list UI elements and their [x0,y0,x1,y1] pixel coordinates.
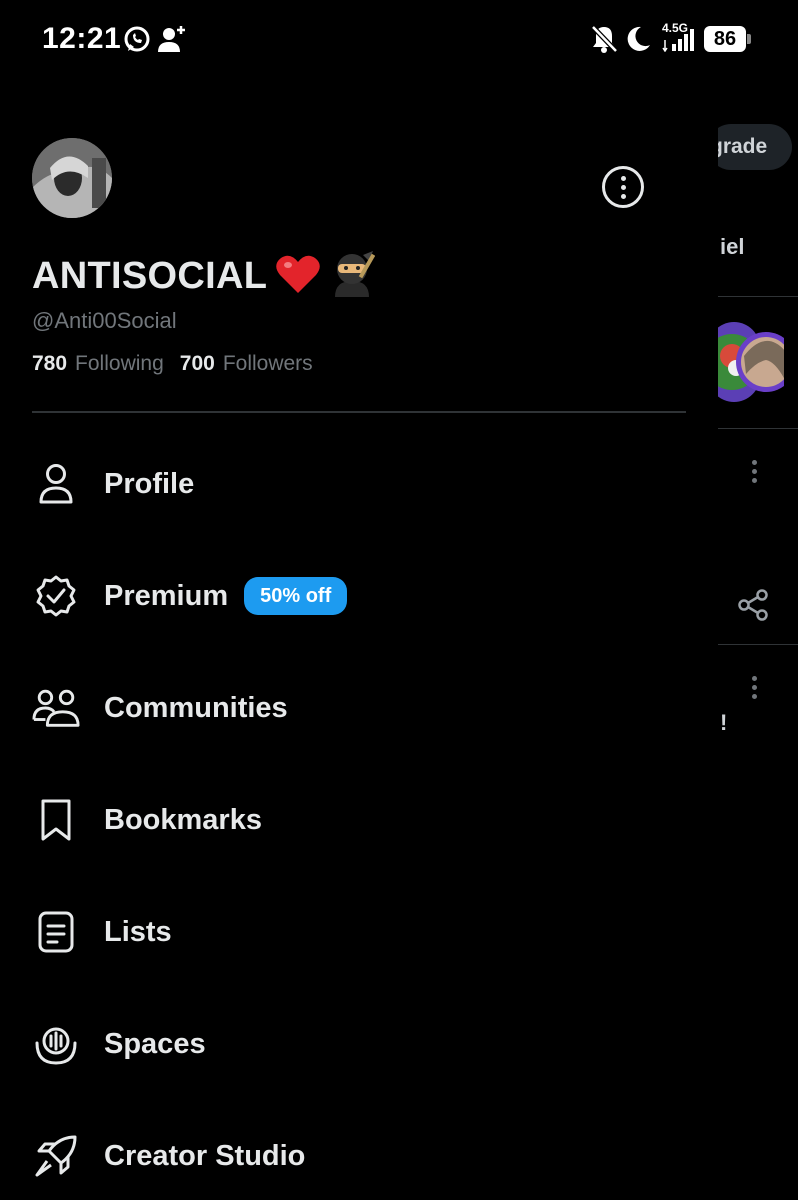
follow-stats: 780 Following 700 Followers [32,352,321,376]
feed-divider [718,644,798,645]
menu-label: Profile [104,467,195,500]
verified-badge-icon [32,572,80,620]
battery-tip [747,34,751,44]
display-name: ANTISOCIAL [32,254,268,297]
menu-label: Premium [104,579,229,612]
divider [32,411,686,413]
bookmark-icon [32,796,80,844]
more-accounts-button[interactable] [602,166,644,208]
app-screen: 12:21 4.5G 86 grade iel [0,0,798,1200]
menu-item-lists[interactable]: Lists [0,876,718,988]
person-icon [32,460,80,508]
upgrade-button[interactable]: grade [718,124,792,170]
heart-emoji-icon [275,253,321,300]
menu-label: Communities [104,691,288,724]
menu-label: Creator Studio [104,1139,306,1172]
communities-icon [32,684,80,732]
status-time: 12:21 [42,22,122,55]
profile-name-row[interactable]: ANTISOCIAL ❤️🥷 [32,248,376,304]
whatsapp-icon [122,22,152,56]
share-icon[interactable] [736,588,770,627]
notifications-muted-icon [590,22,618,56]
menu-item-premium[interactable]: Premium 50% off [0,540,718,652]
following-label[interactable]: Following [75,352,164,376]
discount-badge: 50% off [244,577,348,615]
rocket-icon [32,1132,80,1180]
lists-icon [32,908,80,956]
following-count[interactable]: 780 [32,352,67,376]
feed-text-fragment: ! [720,710,728,735]
do-not-disturb-moon-icon [624,22,652,56]
avatar[interactable] [32,138,112,218]
menu-item-bookmarks[interactable]: Bookmarks [0,764,718,876]
navigation-drawer: ANTISOCIAL ❤️🥷 @Anti00Social 780 Followi… [0,80,718,1200]
followers-label[interactable]: Followers [223,352,313,376]
spaces-icon [32,1020,80,1068]
signal-4-5g-icon: 4.5G [662,22,696,52]
more-options-icon[interactable] [752,460,758,483]
menu-item-communities[interactable]: Communities [0,652,718,764]
feed-divider [718,428,798,429]
feed-name-fragment: iel [720,234,745,259]
drawer-menu: Profile Premium 50% off Communities Book… [0,428,718,1200]
background-feed: grade iel ! [718,80,798,1200]
battery-indicator: 86 [704,26,746,52]
menu-label: Bookmarks [104,803,262,836]
menu-item-profile[interactable]: Profile [0,428,718,540]
menu-label: Spaces [104,1027,206,1060]
menu-label: Lists [104,915,172,948]
ninja-emoji-icon [329,250,376,302]
more-options-icon[interactable] [752,676,758,699]
profile-handle[interactable]: @Anti00Social [32,308,177,334]
add-contact-icon [156,22,186,56]
menu-item-spaces[interactable]: Spaces [0,988,718,1100]
feed-divider [718,296,798,297]
status-bar: 12:21 4.5G 86 [0,0,798,80]
menu-item-creator-studio[interactable]: Creator Studio [0,1100,718,1200]
followers-count[interactable]: 700 [180,352,215,376]
feed-avatars [718,322,796,402]
